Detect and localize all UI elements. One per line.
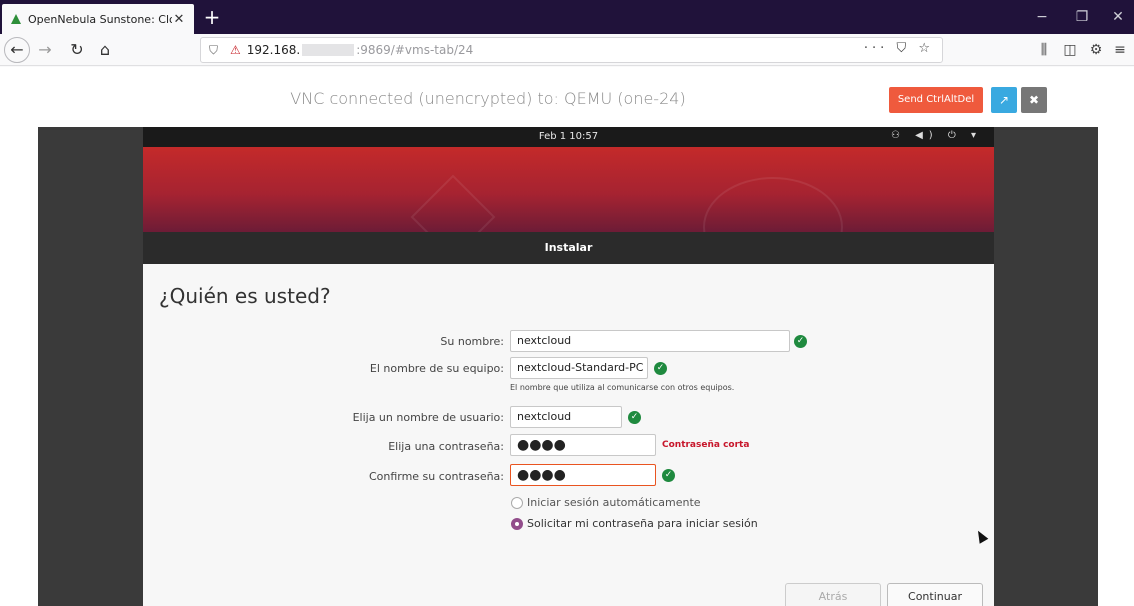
tab-title: OpenNebula Sunstone: Cloud	[28, 12, 172, 26]
back-button[interactable]: ←	[4, 37, 30, 63]
extension-icon[interactable]: ⚙	[1084, 37, 1108, 63]
browser-tab-bar: OpenNebula Sunstone: Cloud ✕ + − ❐ ✕	[0, 0, 1134, 34]
installer-dialog: ¿Quién es usted? Su nombre: nextcloud ✓ …	[143, 264, 994, 606]
opennebula-favicon-icon	[11, 14, 21, 24]
auto-login-label: Iniciar sesión automáticamente	[527, 496, 701, 509]
minimize-button[interactable]: −	[1022, 0, 1062, 34]
home-icon[interactable]: ⌂	[92, 37, 118, 63]
continue-button[interactable]: Continuar	[887, 583, 983, 606]
vnc-status-text: VNC connected (unencrypted) to: QEMU (on…	[290, 89, 686, 108]
browser-tab[interactable]: OpenNebula Sunstone: Cloud ✕	[2, 4, 194, 34]
username-valid-check-icon: ✓	[628, 411, 641, 424]
computer-name-hint: El nombre que utiliza al comunicarse con…	[510, 383, 735, 392]
clock[interactable]: Feb 1 10:57	[143, 131, 994, 142]
new-tab-button[interactable]: +	[200, 4, 224, 30]
url-path: :9869/#vms-tab/24	[356, 43, 474, 57]
confirm-password-label: Confirme su contraseña:	[368, 470, 504, 483]
installer-title-bar: Instalar	[143, 232, 994, 264]
require-password-label: Solicitar mi contraseña para iniciar ses…	[527, 517, 758, 530]
radio-unchecked-icon[interactable]	[511, 496, 523, 509]
tab-close-icon[interactable]: ✕	[172, 12, 186, 27]
computer-name-input[interactable]: nextcloud-Standard-PC	[510, 357, 648, 379]
url-redacted	[302, 44, 355, 56]
page-actions-icon[interactable]: ··· ⛉ ☆	[864, 41, 934, 56]
restore-button[interactable]: ❐	[1062, 0, 1102, 34]
name-valid-check-icon: ✓	[794, 335, 807, 348]
sidebar-icon[interactable]: ◫	[1058, 37, 1082, 63]
vnc-page: VNC connected (unencrypted) to: QEMU (on…	[0, 67, 1134, 606]
name-input[interactable]: nextcloud	[510, 330, 790, 352]
username-label: Elija un nombre de usuario:	[352, 411, 504, 424]
send-ctrl-alt-del-button[interactable]: Send CtrlAltDel	[889, 87, 983, 113]
insecure-lock-icon[interactable]: ⚠	[230, 43, 241, 57]
open-new-window-button[interactable]: ↗	[991, 87, 1017, 113]
computer-name-label: El nombre de su equipo:	[369, 362, 504, 375]
confirm-password-input[interactable]: ●●●●	[510, 464, 656, 486]
name-label: Su nombre:	[440, 335, 504, 348]
confirm-password-valid-check-icon: ✓	[662, 469, 675, 482]
close-vnc-button[interactable]: ✖	[1021, 87, 1047, 113]
ubuntu-top-bar: Feb 1 10:57 ⚇ ◀) ⏻ ▾	[143, 127, 994, 147]
wallpaper	[143, 147, 994, 277]
radio-checked-icon[interactable]	[511, 517, 523, 530]
username-input[interactable]: nextcloud	[510, 406, 622, 428]
menu-icon[interactable]: ≡	[1108, 37, 1132, 63]
password-input[interactable]: ●●●●	[510, 434, 656, 456]
url-host: 192.168.	[246, 43, 301, 57]
browser-nav-bar: ← → ↻ ⌂ ⛉ ⚠ 192.168. :9869/#vms-tab/24 ·…	[0, 34, 1134, 66]
auto-login-option[interactable]: Iniciar sesión automáticamente	[511, 496, 701, 509]
reload-button[interactable]: ↻	[64, 37, 90, 63]
library-icon[interactable]: ⫼	[1032, 37, 1056, 63]
password-short-warning: Contraseña corta	[662, 440, 750, 450]
require-password-option[interactable]: Solicitar mi contraseña para iniciar ses…	[511, 517, 758, 530]
url-bar[interactable]: ⛉ ⚠ 192.168. :9869/#vms-tab/24 ··· ⛉ ☆	[200, 37, 943, 63]
page-title: ¿Quién es usted?	[159, 284, 331, 308]
system-tray-icons[interactable]: ⚇ ◀) ⏻ ▾	[891, 130, 982, 141]
shield-icon[interactable]: ⛉	[209, 43, 218, 58]
computer-name-valid-check-icon: ✓	[654, 362, 667, 375]
password-label: Elija una contraseña:	[388, 440, 504, 453]
vnc-screen[interactable]: Feb 1 10:57 ⚇ ◀) ⏻ ▾ Instalar ¿Quién es …	[143, 127, 994, 606]
close-window-button[interactable]: ✕	[1098, 0, 1134, 34]
back-button[interactable]: Atrás	[785, 583, 881, 606]
forward-button[interactable]: →	[32, 37, 58, 63]
